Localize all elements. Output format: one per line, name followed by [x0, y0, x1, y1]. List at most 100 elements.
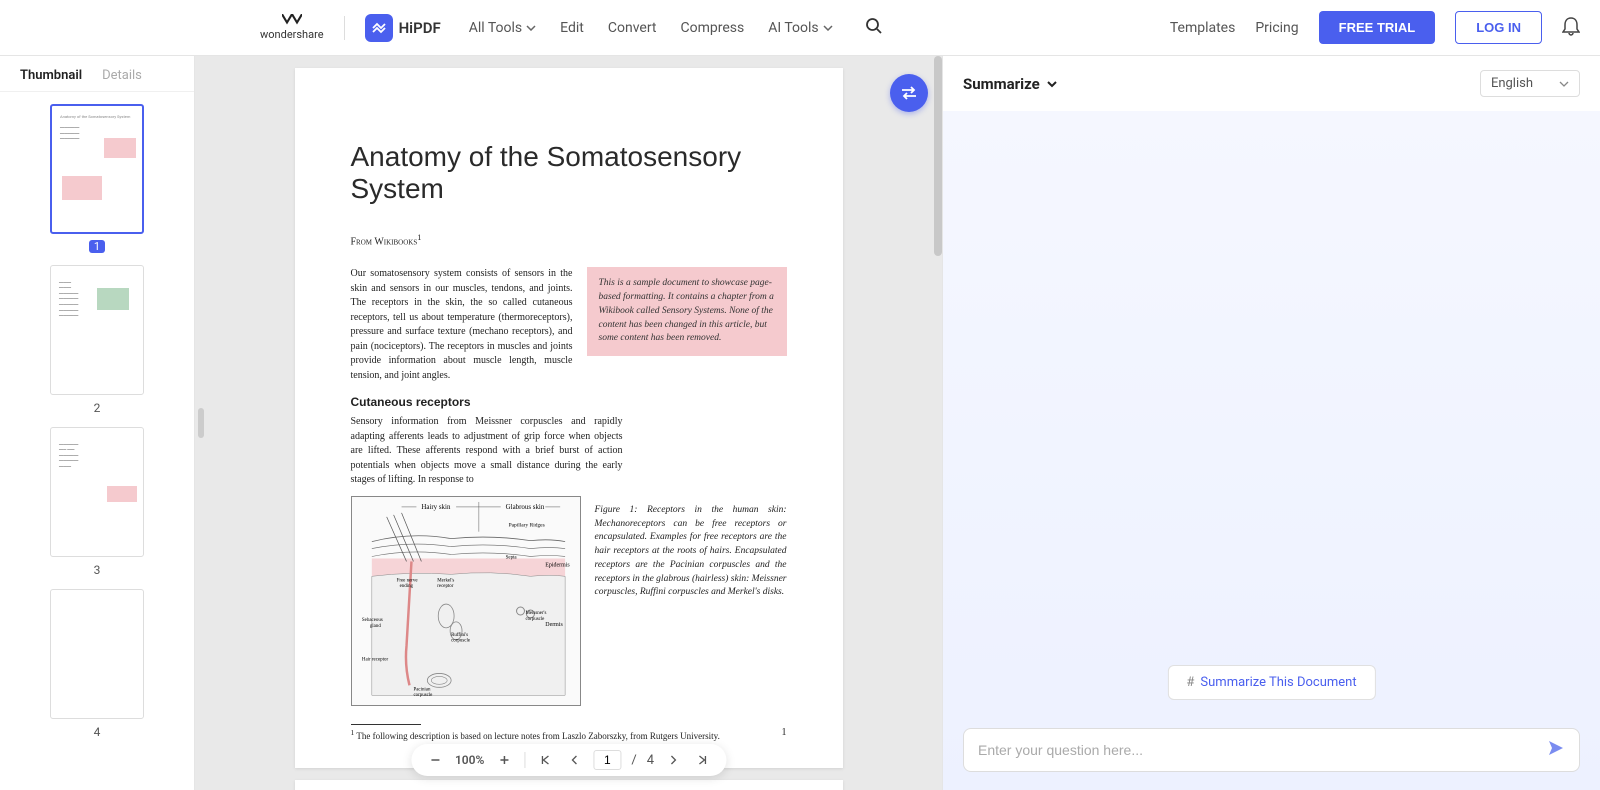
nav-all-tools-label: All Tools — [469, 20, 522, 36]
main-nav: All Tools Edit Convert Compress AI Tools — [469, 17, 883, 39]
last-page-button[interactable] — [692, 752, 712, 768]
page-para2: Sensory information from Meissner corpus… — [351, 415, 623, 488]
thumb-wrap-4: 4 — [50, 589, 144, 739]
divider — [344, 16, 345, 40]
thumb-label-1: 1 — [89, 240, 105, 253]
search-icon[interactable] — [865, 17, 883, 39]
svg-text:Free nerve: Free nerve — [396, 578, 418, 583]
svg-text:receptor: receptor — [437, 584, 454, 589]
sidebar-tabs: Thumbnail Details — [0, 56, 194, 92]
summarize-chip-label: Summarize This Document — [1200, 675, 1356, 690]
chevron-down-icon — [1046, 80, 1058, 88]
hipdf-text: HiPDF — [399, 19, 441, 37]
thumb-wrap-3: ━━━━━━━━━━━ ━━━━━━━━━━━━━━━━━━━━━━━━ 3 — [50, 427, 144, 577]
nav-pricing[interactable]: Pricing — [1255, 20, 1298, 36]
sidebar-resize-handle[interactable] — [198, 408, 204, 438]
summarize-dropdown[interactable]: Summarize — [963, 75, 1058, 93]
notifications-icon[interactable] — [1562, 16, 1580, 40]
footnote-1: 1 The following description is based on … — [351, 728, 787, 741]
chevron-down-icon — [1559, 81, 1569, 87]
thumb-label-4: 4 — [94, 725, 101, 739]
document-viewer: Anatomy of the Somatosensory System From… — [195, 56, 942, 790]
page-total: 4 — [647, 753, 654, 768]
svg-text:Septa: Septa — [505, 555, 517, 560]
logo-group: wondershare HiPDF — [260, 14, 441, 42]
wondershare-logo[interactable]: wondershare — [260, 14, 324, 41]
app-header: wondershare HiPDF All Tools Edit Convert… — [0, 0, 1600, 56]
svg-text:Papillary Ridges: Papillary Ridges — [508, 523, 544, 529]
swap-panels-button[interactable] — [890, 74, 928, 112]
svg-text:Sebaceous: Sebaceous — [361, 618, 382, 623]
right-nav: Templates Pricing FREE TRIAL LOG IN — [1170, 11, 1580, 44]
svg-text:Dermis: Dermis — [545, 622, 563, 628]
prev-page-button[interactable] — [565, 752, 583, 768]
language-label: English — [1491, 76, 1533, 91]
thumb-wrap-1: Anatomy of the Somatosensory System━━━━━… — [50, 104, 144, 253]
thumbnail-page-2[interactable]: ━━━━━━━━━━━━━━━━━━━━━━━━━━━━━━━━━━━━━━━━… — [50, 265, 144, 395]
zoom-out-button[interactable] — [425, 752, 445, 768]
chat-input-wrap — [963, 728, 1580, 772]
chevron-down-icon — [526, 25, 536, 31]
nav-ai-tools[interactable]: AI Tools — [768, 20, 832, 36]
thumbnail-page-1[interactable]: Anatomy of the Somatosensory System━━━━━… — [50, 104, 144, 234]
page-input[interactable] — [593, 750, 621, 770]
nav-templates[interactable]: Templates — [1170, 20, 1236, 36]
svg-text:Merkel's: Merkel's — [437, 578, 454, 583]
nav-convert[interactable]: Convert — [608, 20, 657, 36]
svg-text:Hair receptor: Hair receptor — [361, 657, 388, 662]
viewer-toolbar: 100% / 4 — [411, 744, 726, 776]
wondershare-icon — [282, 14, 302, 26]
main-layout: Thumbnail Details Anatomy of the Somatos… — [0, 56, 1600, 790]
free-trial-button[interactable]: FREE TRIAL — [1319, 11, 1436, 44]
login-button[interactable]: LOG IN — [1455, 11, 1542, 44]
wondershare-text: wondershare — [260, 28, 324, 41]
tab-thumbnail[interactable]: Thumbnail — [20, 68, 82, 83]
svg-text:ending: ending — [399, 584, 413, 589]
next-page-button[interactable] — [664, 752, 682, 768]
thumb-label-3: 3 — [94, 563, 101, 577]
ai-panel-body: # Summarize This Document — [943, 111, 1600, 790]
ai-panel-header: Summarize English — [943, 56, 1600, 111]
first-page-button[interactable] — [535, 752, 555, 768]
ai-panel: Summarize English # Summarize This Docum… — [942, 56, 1600, 790]
fig-label-hairy: Hairy skin — [421, 504, 451, 511]
viewer-scrollbar[interactable] — [934, 56, 942, 256]
pdf-page-1: Anatomy of the Somatosensory System From… — [295, 68, 843, 768]
svg-text:Pacinian: Pacinian — [413, 687, 431, 692]
callout-box: This is a sample document to showcase pa… — [587, 267, 787, 356]
fig-label-glabrous: Glabrous skin — [505, 504, 544, 511]
thumbnail-page-3[interactable]: ━━━━━━━━━━━ ━━━━━━━━━━━━━━━━━━━━━━━━ — [50, 427, 144, 557]
summarize-document-chip[interactable]: # Summarize This Document — [1167, 665, 1375, 700]
summarize-title: Summarize — [963, 75, 1040, 93]
thumb-label-2: 2 — [94, 401, 101, 415]
figure-1: Hairy skin Glabrous skin — [351, 496, 581, 706]
thumbnail-page-4[interactable] — [50, 589, 144, 719]
svg-text:corpuscle: corpuscle — [525, 617, 545, 622]
nav-all-tools[interactable]: All Tools — [469, 20, 536, 36]
nav-compress[interactable]: Compress — [681, 20, 745, 36]
subhead-cutaneous: Cutaneous receptors — [351, 395, 787, 409]
hipdf-logo[interactable]: HiPDF — [365, 14, 441, 42]
svg-text:corpuscle: corpuscle — [413, 693, 433, 698]
hipdf-icon — [365, 14, 393, 42]
thumb-wrap-2: ━━━━━━━━━━━━━━━━━━━━━━━━━━━━━━━━━━━━━━━━… — [50, 265, 144, 415]
figure-1-caption: Figure 1: Receptors in the human skin: M… — [595, 504, 787, 600]
language-select[interactable]: English — [1480, 70, 1580, 97]
page-sep: / — [631, 753, 636, 768]
nav-edit[interactable]: Edit — [560, 20, 584, 36]
page-intro: Our somatosensory system consists of sen… — [351, 267, 573, 383]
tab-details[interactable]: Details — [102, 68, 142, 83]
send-button[interactable] — [1547, 739, 1565, 761]
viewer-scroll[interactable]: Anatomy of the Somatosensory System From… — [195, 56, 942, 790]
sidebar: Thumbnail Details Anatomy of the Somatos… — [0, 56, 195, 790]
pdf-page-2 — [295, 780, 843, 790]
zoom-level: 100% — [455, 753, 484, 767]
svg-text:corpuscle: corpuscle — [451, 639, 471, 644]
zoom-in-button[interactable] — [494, 752, 514, 768]
chat-input[interactable] — [978, 742, 1547, 758]
nav-ai-tools-label: AI Tools — [768, 20, 818, 36]
page-source: From Wikibooks1 — [351, 233, 787, 247]
swap-icon — [900, 86, 918, 100]
send-icon — [1547, 739, 1565, 757]
page-number: 1 — [782, 727, 787, 738]
